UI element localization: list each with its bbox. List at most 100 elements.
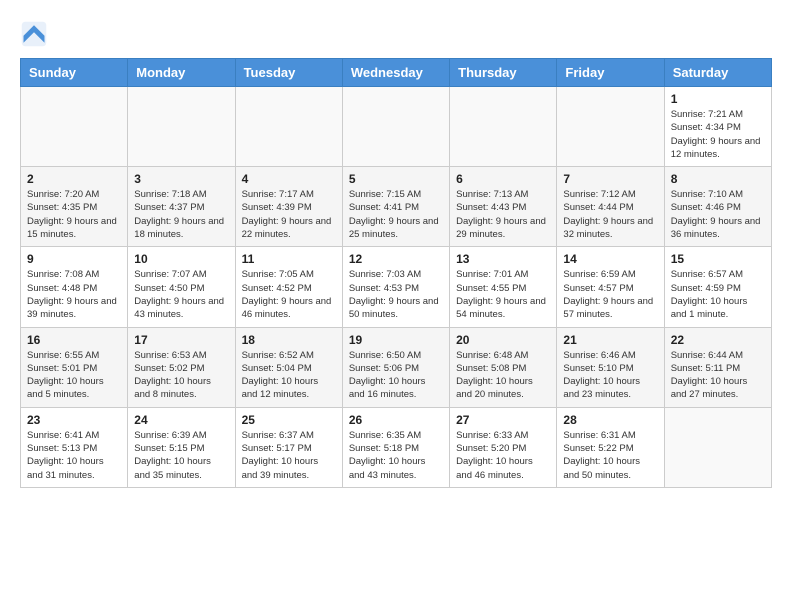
calendar-cell — [664, 407, 771, 487]
calendar-header-thursday: Thursday — [450, 59, 557, 87]
day-info: Sunrise: 6:48 AM Sunset: 5:08 PM Dayligh… — [456, 349, 550, 402]
day-number: 11 — [242, 252, 336, 266]
day-info: Sunrise: 7:21 AM Sunset: 4:34 PM Dayligh… — [671, 108, 765, 161]
day-info: Sunrise: 6:35 AM Sunset: 5:18 PM Dayligh… — [349, 429, 443, 482]
calendar-header-row: SundayMondayTuesdayWednesdayThursdayFrid… — [21, 59, 772, 87]
day-info: Sunrise: 6:59 AM Sunset: 4:57 PM Dayligh… — [563, 268, 657, 321]
calendar-cell: 8 Sunrise: 7:10 AM Sunset: 4:46 PM Daylig… — [664, 167, 771, 247]
day-number: 28 — [563, 413, 657, 427]
calendar-cell — [128, 87, 235, 167]
day-number: 3 — [134, 172, 228, 186]
day-info: Sunrise: 6:50 AM Sunset: 5:06 PM Dayligh… — [349, 349, 443, 402]
day-number: 7 — [563, 172, 657, 186]
day-info: Sunrise: 7:20 AM Sunset: 4:35 PM Dayligh… — [27, 188, 121, 241]
day-number: 2 — [27, 172, 121, 186]
day-number: 10 — [134, 252, 228, 266]
calendar-table: SundayMondayTuesdayWednesdayThursdayFrid… — [20, 58, 772, 488]
calendar-week-row: 16Sunrise: 6:55 AM Sunset: 5:01 PM Dayli… — [21, 327, 772, 407]
day-info: Sunrise: 7:10 AM Sunset: 4:46 PM Dayligh… — [671, 188, 765, 241]
calendar-cell: 4Sunrise: 7:17 AM Sunset: 4:39 PM Daylig… — [235, 167, 342, 247]
calendar-cell: 28 Sunrise: 6:31 AM Sunset: 5:22 PM Dayli… — [557, 407, 664, 487]
calendar-cell — [557, 87, 664, 167]
calendar-header-wednesday: Wednesday — [342, 59, 449, 87]
day-number: 8 — [671, 172, 765, 186]
day-info: Sunrise: 6:33 AM Sunset: 5:20 PM Dayligh… — [456, 429, 550, 482]
day-info: Sunrise: 7:05 AM Sunset: 4:52 PM Dayligh… — [242, 268, 336, 321]
day-info: Sunrise: 6:46 AM Sunset: 5:10 PM Dayligh… — [563, 349, 657, 402]
calendar-cell: 18 Sunrise: 6:52 AM Sunset: 5:04 PM Dayli… — [235, 327, 342, 407]
day-info: Sunrise: 7:07 AM Sunset: 4:50 PM Dayligh… — [134, 268, 228, 321]
calendar-cell: 22 Sunrise: 6:44 AM Sunset: 5:11 PM Dayli… — [664, 327, 771, 407]
day-number: 26 — [349, 413, 443, 427]
day-info: Sunrise: 6:55 AM Sunset: 5:01 PM Dayligh… — [27, 349, 121, 402]
calendar-week-row: 1 Sunrise: 7:21 AM Sunset: 4:34 PM Daylig… — [21, 87, 772, 167]
day-number: 14 — [563, 252, 657, 266]
calendar-cell: 9Sunrise: 7:08 AM Sunset: 4:48 PM Daylig… — [21, 247, 128, 327]
day-info: Sunrise: 6:41 AM Sunset: 5:13 PM Dayligh… — [27, 429, 121, 482]
calendar-cell: 1 Sunrise: 7:21 AM Sunset: 4:34 PM Daylig… — [664, 87, 771, 167]
day-info: Sunrise: 7:03 AM Sunset: 4:53 PM Dayligh… — [349, 268, 443, 321]
logo — [20, 20, 52, 48]
calendar-cell — [450, 87, 557, 167]
calendar-week-row: 23 Sunrise: 6:41 AM Sunset: 5:13 PM Dayli… — [21, 407, 772, 487]
page-header — [20, 20, 772, 48]
calendar-cell: 13Sunrise: 7:01 AM Sunset: 4:55 PM Dayli… — [450, 247, 557, 327]
calendar-cell: 19 Sunrise: 6:50 AM Sunset: 5:06 PM Dayli… — [342, 327, 449, 407]
day-info: Sunrise: 6:57 AM Sunset: 4:59 PM Dayligh… — [671, 268, 765, 321]
calendar-cell — [342, 87, 449, 167]
day-number: 19 — [349, 333, 443, 347]
calendar-cell: 11 Sunrise: 7:05 AM Sunset: 4:52 PM Dayli… — [235, 247, 342, 327]
calendar-header-friday: Friday — [557, 59, 664, 87]
calendar-cell: 14 Sunrise: 6:59 AM Sunset: 4:57 PM Dayli… — [557, 247, 664, 327]
calendar-cell: 15 Sunrise: 6:57 AM Sunset: 4:59 PM Dayli… — [664, 247, 771, 327]
day-info: Sunrise: 6:53 AM Sunset: 5:02 PM Dayligh… — [134, 349, 228, 402]
day-info: Sunrise: 6:52 AM Sunset: 5:04 PM Dayligh… — [242, 349, 336, 402]
calendar-cell: 7 Sunrise: 7:12 AM Sunset: 4:44 PM Daylig… — [557, 167, 664, 247]
day-number: 9 — [27, 252, 121, 266]
day-number: 5 — [349, 172, 443, 186]
day-number: 12 — [349, 252, 443, 266]
day-number: 4 — [242, 172, 336, 186]
calendar-week-row: 9Sunrise: 7:08 AM Sunset: 4:48 PM Daylig… — [21, 247, 772, 327]
day-number: 15 — [671, 252, 765, 266]
calendar-week-row: 2 Sunrise: 7:20 AM Sunset: 4:35 PM Daylig… — [21, 167, 772, 247]
logo-icon — [20, 20, 48, 48]
day-number: 27 — [456, 413, 550, 427]
calendar-cell — [235, 87, 342, 167]
day-number: 1 — [671, 92, 765, 106]
calendar-cell: 25 Sunrise: 6:37 AM Sunset: 5:17 PM Dayli… — [235, 407, 342, 487]
calendar-cell: 10 Sunrise: 7:07 AM Sunset: 4:50 PM Dayli… — [128, 247, 235, 327]
calendar-cell: 23 Sunrise: 6:41 AM Sunset: 5:13 PM Dayli… — [21, 407, 128, 487]
calendar-header-saturday: Saturday — [664, 59, 771, 87]
day-info: Sunrise: 7:12 AM Sunset: 4:44 PM Dayligh… — [563, 188, 657, 241]
day-info: Sunrise: 7:15 AM Sunset: 4:41 PM Dayligh… — [349, 188, 443, 241]
calendar-cell: 27 Sunrise: 6:33 AM Sunset: 5:20 PM Dayli… — [450, 407, 557, 487]
day-number: 18 — [242, 333, 336, 347]
calendar-cell: 26 Sunrise: 6:35 AM Sunset: 5:18 PM Dayli… — [342, 407, 449, 487]
calendar-header-tuesday: Tuesday — [235, 59, 342, 87]
day-info: Sunrise: 6:31 AM Sunset: 5:22 PM Dayligh… — [563, 429, 657, 482]
day-number: 24 — [134, 413, 228, 427]
day-info: Sunrise: 6:44 AM Sunset: 5:11 PM Dayligh… — [671, 349, 765, 402]
day-number: 22 — [671, 333, 765, 347]
day-number: 25 — [242, 413, 336, 427]
calendar-cell: 24Sunrise: 6:39 AM Sunset: 5:15 PM Dayli… — [128, 407, 235, 487]
calendar-cell: 2 Sunrise: 7:20 AM Sunset: 4:35 PM Daylig… — [21, 167, 128, 247]
day-number: 23 — [27, 413, 121, 427]
calendar-cell: 17 Sunrise: 6:53 AM Sunset: 5:02 PM Dayli… — [128, 327, 235, 407]
day-number: 21 — [563, 333, 657, 347]
day-number: 20 — [456, 333, 550, 347]
day-number: 17 — [134, 333, 228, 347]
calendar-cell: 3 Sunrise: 7:18 AM Sunset: 4:37 PM Daylig… — [128, 167, 235, 247]
calendar-cell: 12 Sunrise: 7:03 AM Sunset: 4:53 PM Dayli… — [342, 247, 449, 327]
day-info: Sunrise: 7:18 AM Sunset: 4:37 PM Dayligh… — [134, 188, 228, 241]
calendar-cell: 20 Sunrise: 6:48 AM Sunset: 5:08 PM Dayli… — [450, 327, 557, 407]
calendar-header-sunday: Sunday — [21, 59, 128, 87]
day-info: Sunrise: 6:37 AM Sunset: 5:17 PM Dayligh… — [242, 429, 336, 482]
calendar-cell: 16Sunrise: 6:55 AM Sunset: 5:01 PM Dayli… — [21, 327, 128, 407]
calendar-cell — [21, 87, 128, 167]
calendar-cell: 21 Sunrise: 6:46 AM Sunset: 5:10 PM Dayli… — [557, 327, 664, 407]
day-info: Sunrise: 7:13 AM Sunset: 4:43 PM Dayligh… — [456, 188, 550, 241]
day-number: 6 — [456, 172, 550, 186]
calendar-cell: 5 Sunrise: 7:15 AM Sunset: 4:41 PM Daylig… — [342, 167, 449, 247]
